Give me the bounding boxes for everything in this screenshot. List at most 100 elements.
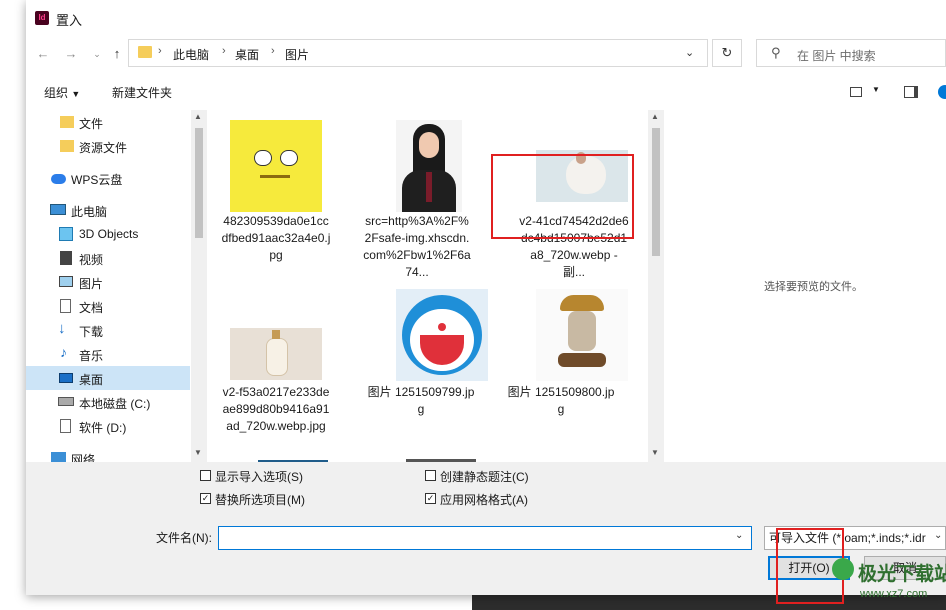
sidebar-scroll-thumb[interactable] xyxy=(195,128,203,238)
filename-dropdown-chevron-icon[interactable]: ⌄ xyxy=(735,530,743,541)
view-options-icon[interactable] xyxy=(850,87,862,97)
sidebar-item-videos[interactable]: 视频 xyxy=(26,246,190,270)
filename-label: 文件名(N): xyxy=(156,531,212,545)
sidebar-item-label: 文件 xyxy=(79,117,104,131)
network-icon xyxy=(51,452,66,462)
forward-arrow-icon[interactable]: → xyxy=(62,45,80,63)
drive-icon xyxy=(60,419,71,433)
file-item[interactable]: 图片 1251509800.jpg xyxy=(496,280,636,462)
sidebar-item-this-pc[interactable]: 此电脑 xyxy=(26,198,190,222)
help-icon[interactable] xyxy=(938,85,946,99)
breadcrumb-separator-icon: › xyxy=(222,45,226,57)
folder-icon xyxy=(60,140,74,152)
breadcrumb-separator-icon: › xyxy=(158,45,162,57)
search-box[interactable]: ⚲ 在 图片 中搜索 xyxy=(756,39,946,67)
spongebob-thumbnail xyxy=(230,120,322,212)
thumb-detail xyxy=(558,353,606,367)
cloud-icon xyxy=(51,174,66,184)
filename-input[interactable]: ⌄ xyxy=(218,526,752,550)
sidebar-item-network[interactable]: 网络 xyxy=(26,446,190,462)
file-item[interactable]: 482309539da0e1ccdfbed91aac32a4e0.jpg xyxy=(216,110,356,280)
sidebar-item-3d-objects[interactable]: 3D Objects xyxy=(26,222,190,246)
sidebar-item-music[interactable]: ♪ 音乐 xyxy=(26,342,190,366)
sidebar-item-label: 资源文件 xyxy=(79,141,128,155)
refresh-icon: ↻ xyxy=(721,45,733,60)
sidebar-item-documents[interactable]: 文档 xyxy=(26,294,190,318)
highlight-annotation xyxy=(491,154,634,239)
apply-grid-format-label: 应用网格格式(A) xyxy=(440,493,528,507)
file-name: 图片 1251509800.jpg xyxy=(507,385,615,416)
computer-icon xyxy=(50,204,66,215)
music-icon: ♪ xyxy=(60,344,67,360)
create-static-caption-checkbox[interactable] xyxy=(425,470,436,481)
refresh-button[interactable]: ↻ xyxy=(712,39,742,67)
back-arrow-icon[interactable]: ← xyxy=(34,45,52,63)
search-input[interactable]: 在 图片 中搜索 xyxy=(797,47,876,64)
address-bar[interactable]: › 此电脑 › 桌面 › 图片 ⌄ xyxy=(128,39,708,67)
checkmark-icon: ✓ xyxy=(201,493,210,503)
command-bar: 组织 ▼ 新建文件夹 ▼ xyxy=(26,76,946,108)
picture-icon xyxy=(59,276,73,287)
breadcrumb-item[interactable]: 图片 xyxy=(285,46,309,63)
sidebar-item-ziyuan[interactable]: 资源文件 xyxy=(26,134,190,158)
apply-grid-format-checkbox[interactable]: ✓ xyxy=(425,493,436,504)
file-grid-scrollbar[interactable]: ▲ ▼ xyxy=(648,110,664,462)
thumb-detail xyxy=(419,132,439,158)
sidebar-item-label: 网络 xyxy=(71,453,96,462)
title-bar: Id 置入 xyxy=(26,0,946,36)
scroll-up-icon[interactable]: ▲ xyxy=(651,112,659,121)
sidebar-item-desktop[interactable]: 桌面 xyxy=(26,366,190,390)
watermark-url: www.xz7.com xyxy=(860,588,928,600)
thumb-detail xyxy=(438,323,446,331)
view-dropdown-caret-icon[interactable]: ▼ xyxy=(872,85,880,94)
sidebar-item-drive-d[interactable]: 软件 (D:) xyxy=(26,414,190,438)
checkmark-icon: ✓ xyxy=(426,493,435,503)
file-item[interactable]: 图片 1251509799.jpg xyxy=(356,280,496,462)
sidebar-item-wenjian[interactable]: 文件 xyxy=(26,110,190,134)
sidebar-item-label: 3D Objects xyxy=(79,227,139,241)
file-item[interactable]: src=http%3A%2F%2Fsafe-img.xhscdn.com%2Fb… xyxy=(356,110,496,280)
breadcrumb-item[interactable]: 桌面 xyxy=(235,46,259,63)
download-icon: ↓ xyxy=(58,320,66,337)
sidebar-item-label: 图片 xyxy=(79,277,104,291)
doraemon-thumbnail xyxy=(396,289,488,381)
up-arrow-icon[interactable]: ↑ xyxy=(108,45,126,63)
sidebar-item-label: 文档 xyxy=(79,301,104,315)
sidebar-item-label: 音乐 xyxy=(79,349,104,363)
burger-cat-thumbnail xyxy=(536,289,628,381)
file-item[interactable]: v2-f53a0217e233deae899d80b9416a91ad_720w… xyxy=(216,280,356,462)
organize-menu-button[interactable]: 组织 ▼ xyxy=(44,84,80,101)
cube-icon xyxy=(59,227,73,241)
address-dropdown-chevron-icon[interactable]: ⌄ xyxy=(685,46,694,59)
breadcrumb-item[interactable]: 此电脑 xyxy=(173,46,209,63)
window-title: 置入 xyxy=(56,13,83,28)
sidebar-scrollbar[interactable]: ▲ ▼ xyxy=(191,110,207,462)
scroll-down-icon[interactable]: ▼ xyxy=(194,448,202,457)
sidebar-item-label: 下载 xyxy=(79,325,104,339)
file-grid-scroll-thumb[interactable] xyxy=(652,128,660,256)
folder-icon xyxy=(138,46,152,58)
sidebar-item-pictures[interactable]: 图片 xyxy=(26,270,190,294)
document-icon xyxy=(60,299,71,313)
show-import-options-label: 显示导入选项(S) xyxy=(215,470,303,484)
replace-selected-checkbox[interactable]: ✓ xyxy=(200,493,211,504)
show-import-options-checkbox[interactable] xyxy=(200,470,211,481)
thumb-detail xyxy=(280,150,298,166)
search-icon: ⚲ xyxy=(771,45,781,60)
filetype-dropdown-chevron-icon[interactable]: ⌄ xyxy=(934,530,943,541)
organize-label: 组织 xyxy=(44,86,69,100)
new-folder-button[interactable]: 新建文件夹 xyxy=(112,84,172,101)
perfume-bottle-thumbnail xyxy=(230,328,322,380)
sidebar-item-wps-cloud[interactable]: WPS云盘 xyxy=(26,166,190,190)
scroll-up-icon[interactable]: ▲ xyxy=(194,112,202,121)
sidebar-item-label: 本地磁盘 (C:) xyxy=(79,397,151,411)
recent-locations-chevron-icon[interactable]: ⌄ xyxy=(88,45,106,63)
preview-pane-toggle-icon[interactable] xyxy=(904,86,918,98)
sidebar-item-label: WPS云盘 xyxy=(71,173,123,187)
indesign-app-icon: Id xyxy=(35,11,49,25)
scroll-down-icon[interactable]: ▼ xyxy=(651,448,659,457)
video-icon xyxy=(60,251,72,265)
sidebar-item-drive-c[interactable]: 本地磁盘 (C:) xyxy=(26,390,190,414)
sidebar-item-downloads[interactable]: ↓ 下载 xyxy=(26,318,190,342)
thumb-detail xyxy=(266,338,288,376)
